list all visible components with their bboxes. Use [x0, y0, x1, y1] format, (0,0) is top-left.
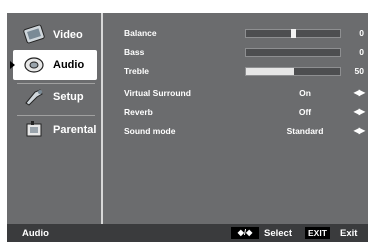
setting-row-bass[interactable]: Bass 0	[124, 46, 364, 60]
selection-arrow-icon	[10, 61, 15, 69]
setting-row-treble[interactable]: Treble 50	[124, 65, 364, 79]
audio-icon	[21, 54, 47, 76]
setting-value: 0	[359, 28, 364, 38]
footer-bar: Audio ◆/◆ Select EXIT Exit	[7, 224, 368, 242]
select-hint: Select	[264, 228, 292, 239]
setting-label: Virtual Surround	[124, 88, 191, 98]
left-right-arrows-icon[interactable]: ◀▶	[344, 88, 365, 97]
left-right-arrows-icon[interactable]: ◀▶	[344, 126, 365, 135]
setting-label: Bass	[124, 47, 145, 57]
footer-title: Audio	[22, 228, 49, 239]
menu-item-label: Parental	[53, 124, 97, 136]
setting-row-balance[interactable]: Balance 0	[124, 27, 364, 41]
menu-item-video[interactable]: Video	[13, 20, 97, 50]
menu-item-label: Video	[53, 29, 83, 41]
treble-slider[interactable]	[245, 67, 341, 76]
setting-value: 0	[359, 47, 364, 57]
setup-icon	[21, 86, 47, 108]
category-menu: Video Audio Setup Parental	[7, 13, 103, 224]
menu-item-label: Setup	[53, 91, 84, 103]
setting-value: Standard	[286, 126, 324, 136]
setting-value: 50	[354, 66, 364, 76]
setting-row-reverb[interactable]: Reverb Off ◀▶	[124, 106, 365, 120]
slider-thumb[interactable]	[291, 29, 296, 38]
setting-row-virtual-surround[interactable]: Virtual Surround On ◀▶	[124, 87, 365, 101]
bass-slider[interactable]	[245, 48, 341, 57]
slider-fill	[246, 68, 294, 75]
balance-slider[interactable]	[245, 29, 341, 38]
menu-item-label: Audio	[53, 59, 85, 71]
menu-item-setup[interactable]: Setup	[13, 82, 97, 112]
osd-screen: Video Audio Setup Parental Balance 0 Bas…	[7, 13, 368, 242]
setting-label: Reverb	[124, 107, 153, 117]
navigation-keys-icon: ◆/◆	[231, 227, 259, 239]
setting-row-sound-mode[interactable]: Sound mode Standard ◀▶	[124, 125, 365, 139]
exit-key-badge[interactable]: EXIT	[305, 227, 330, 239]
setting-label: Balance	[124, 28, 157, 38]
menu-item-parental[interactable]: Parental	[13, 115, 97, 145]
menu-item-audio[interactable]: Audio	[10, 50, 97, 80]
setting-value: On	[299, 88, 311, 98]
video-icon	[21, 24, 47, 46]
left-right-arrows-icon[interactable]: ◀▶	[344, 107, 365, 116]
exit-hint: Exit	[340, 228, 358, 239]
setting-label: Treble	[124, 66, 150, 76]
parental-icon	[21, 119, 47, 141]
setting-label: Sound mode	[124, 126, 176, 136]
setting-value: Off	[298, 107, 312, 117]
